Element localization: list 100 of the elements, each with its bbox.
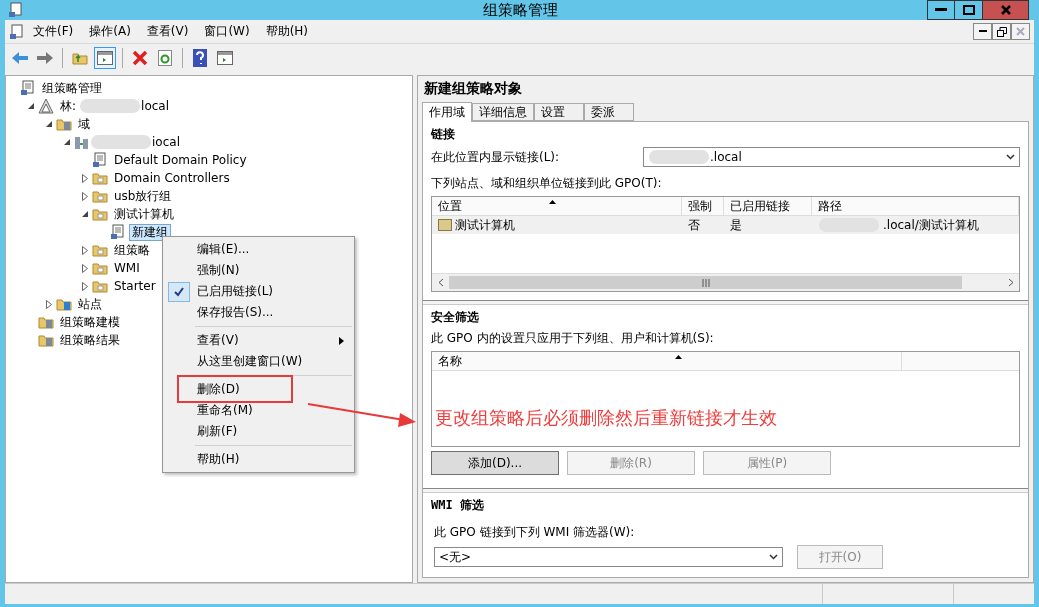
grip-icon [701,278,710,287]
scroll-left-icon[interactable] [437,278,444,287]
menu-item[interactable]: 窗口(W) [196,23,258,40]
column-header[interactable]: 已启用链接 [724,197,812,215]
collapsed-icon[interactable] [82,245,88,255]
tree-item[interactable]: Default Domain Policy [111,151,250,169]
tab[interactable]: 详细信息 [472,103,534,121]
minimize-button[interactable] [927,0,955,20]
menu-item[interactable]: 重命名(M) [197,402,253,419]
tab[interactable]: 设置 [534,103,584,121]
close-button[interactable] [983,0,1029,20]
menu-item[interactable]: 刷新(F) [197,423,238,440]
tree-item[interactable]: usb放行组 [111,187,175,205]
folder-icon [438,219,452,231]
window-icon [97,50,113,65]
triangle-icon [38,98,54,114]
column-header[interactable]: 强制 [682,197,724,215]
section-heading: WMI 筛选 [431,497,485,514]
delete-icon [132,49,148,66]
collapsed-icon[interactable] [82,281,88,291]
collapsed-icon[interactable] [46,299,52,309]
list-label: 下列站点、域和组织单位链接到此 GPO(T): [431,175,663,192]
column-header[interactable]: 位置 [432,197,682,215]
tree-item[interactable]: 组策略建模 [57,313,123,331]
minimize-button[interactable] [973,23,992,40]
table-cell-text: 否 [688,217,700,234]
maximize-button[interactable] [955,0,983,20]
table-cell-text: 测试计算机 [455,217,515,234]
tree-item[interactable]: Starter [111,277,159,295]
table-cell-text: 是 [730,217,742,234]
menu-item[interactable]: 删除(D) [197,381,240,398]
expanded-icon[interactable] [45,120,53,128]
toolbar-button[interactable] [94,46,116,69]
wmi-filter-dropdown[interactable]: <无> [434,547,783,567]
tree-item[interactable]: 域 [75,115,93,133]
tree-item[interactable]: 站点 [75,295,105,313]
tree-item[interactable]: 组策略 [111,241,153,259]
section-heading: 链接 [431,126,456,143]
chevron-down-icon [1006,154,1015,160]
field-label: 在此位置内显示链接(L): [431,148,560,166]
chevron-down-icon [769,554,778,560]
folder-icon [92,170,108,186]
restore-button[interactable] [992,23,1011,40]
menu-item[interactable]: 帮助(H) [197,451,240,468]
menu-item[interactable]: 操作(A) [81,23,139,40]
folder-icon [92,260,108,276]
tab[interactable]: 委派 [584,103,634,121]
expanded-icon[interactable] [63,138,71,146]
menu-item[interactable]: 保存报告(S)... [197,304,274,321]
collapsed-icon[interactable] [82,191,88,201]
menu-item[interactable]: 帮助(H) [257,23,317,40]
action-button[interactable]: 添加(D)... [431,451,559,475]
scroll-icon [92,152,108,168]
tree-item[interactable]: 组策略结果 [57,331,123,349]
redacted-blur [649,150,709,164]
tree-item[interactable]: 组策略管理 [39,79,105,97]
scroll-right-icon[interactable] [1007,278,1014,287]
expanded-icon[interactable] [81,210,89,218]
list-label: 此 GPO 内的设置只应用于下列组、用户和计算机(S): [431,330,715,347]
collapsed-icon[interactable] [82,173,88,183]
folder-icon [92,278,108,294]
tab[interactable]: 作用域 [422,102,472,122]
folder-icon [92,188,108,204]
redacted-blur [91,135,151,149]
menu-item[interactable]: 查看(V) [197,332,239,349]
tree-item[interactable]: local [141,99,169,113]
redacted-blur [80,99,141,113]
minimize-icon [935,8,947,12]
tree-item[interactable]: 测试计算机 [111,205,177,223]
minimize-icon [978,30,987,33]
maximize-icon [962,5,975,15]
column-header[interactable]: 路径 [812,197,1019,215]
menu-item[interactable]: 已启用链接(L) [197,283,274,300]
tree-item[interactable]: WMI [111,259,143,277]
menu-item[interactable]: 编辑(E)... [197,241,250,258]
location-dropdown[interactable]: .local [643,147,1020,167]
folder-icon [56,116,72,132]
scrollbar-thumb[interactable] [449,276,962,289]
folder-icon [38,332,54,348]
collapsed-icon[interactable] [82,263,88,273]
annotation-text: 更改组策略后必须删除然后重新链接才生效 [435,406,777,430]
sort-arrow-icon [675,355,682,359]
folder-icon [56,296,72,312]
restore-icon [996,26,1007,37]
menu-item[interactable]: 强制(N) [197,262,240,279]
back-arrow-icon [11,50,29,65]
app-icon [9,23,25,40]
menu-item[interactable]: 从这里创建窗口(W) [197,353,303,370]
expanded-icon[interactable] [27,102,35,110]
tree-item[interactable]: 林: [57,97,80,115]
section-heading: 安全筛选 [431,309,480,326]
tree-item[interactable]: Domain Controllers [111,169,233,187]
menu-item[interactable]: 查看(V) [138,23,197,40]
scroll-icon [110,224,126,240]
folder-icon [38,314,54,330]
menu-item[interactable]: 文件(F) [25,23,82,40]
tree-item[interactable]: iocal [152,135,180,149]
check-icon [174,286,184,297]
details-title: 新建组策略对象 [423,79,523,98]
window-title: 组策略管理 [482,0,559,20]
